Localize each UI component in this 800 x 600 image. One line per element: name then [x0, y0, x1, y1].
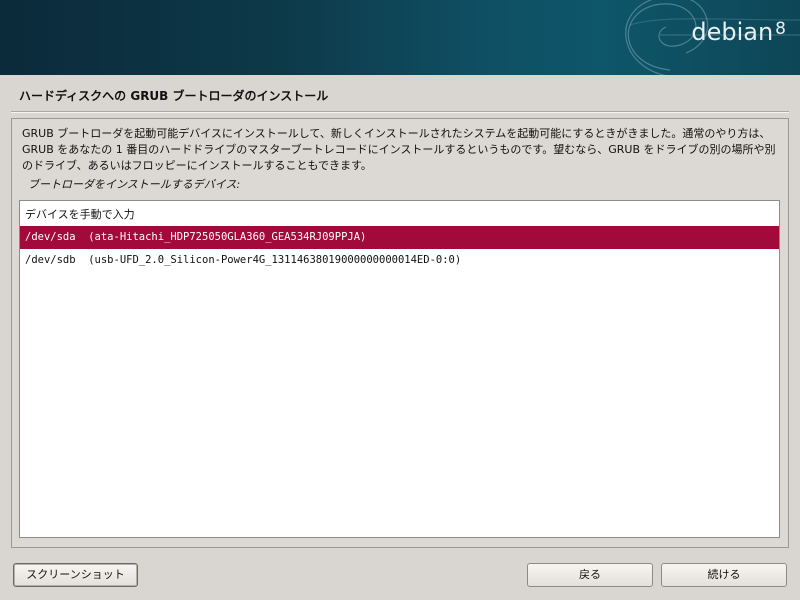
- list-item-dev-sdb[interactable]: /dev/sdb (usb-UFD_2.0_Silicon-Power4G_13…: [20, 249, 779, 272]
- back-button[interactable]: 戻る: [527, 563, 653, 587]
- device-prompt-label: ブートローダをインストールするデバイス:: [28, 178, 241, 191]
- list-item-manual-entry[interactable]: デバイスを手動で入力: [20, 203, 779, 226]
- brand-name: debian: [691, 18, 774, 46]
- screenshot-button[interactable]: スクリーンショット: [13, 563, 138, 587]
- continue-button[interactable]: 続ける: [661, 563, 787, 587]
- description-text: GRUB ブートローダを起動可能デバイスにインストールして、新しくインストールさ…: [22, 127, 776, 172]
- brand-version: 8: [775, 19, 786, 39]
- device-list[interactable]: デバイスを手動で入力 /dev/sda (ata-Hitachi_HDP7250…: [19, 200, 780, 538]
- debian-wordmark: debian 8: [691, 18, 786, 46]
- list-item-dev-sda[interactable]: /dev/sda (ata-Hitachi_HDP725050GLA360_GE…: [20, 226, 779, 249]
- page-title: ハードディスクへの GRUB ブートローダのインストール: [19, 89, 329, 103]
- debian-banner: debian 8: [0, 0, 800, 75]
- title-divider: [11, 111, 789, 113]
